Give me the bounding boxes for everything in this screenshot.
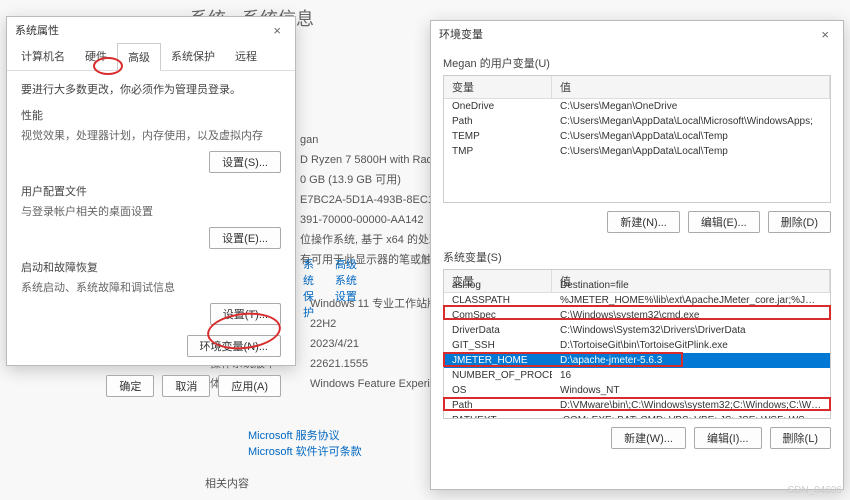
startup-desc: 系统启动、系统故障和调试信息 xyxy=(21,279,281,295)
table-row[interactable]: PathD:\VMware\bin\;C:\Windows\system32;C… xyxy=(444,398,830,413)
var-name: OS xyxy=(444,383,552,398)
close-icon[interactable]: × xyxy=(815,27,835,42)
ok-button[interactable]: 确定 xyxy=(106,375,154,397)
col-variable[interactable]: 变量 xyxy=(444,76,552,98)
startup-title: 启动和故障恢复 xyxy=(21,259,281,275)
link-ms-service[interactable]: Microsoft 服务协议 xyxy=(248,428,362,444)
userprof-settings-button[interactable]: 设置(E)... xyxy=(209,227,281,249)
env-variables-dialog: 环境变量 × Megan 的用户变量(U) 变量 值 OneDriveC:\Us… xyxy=(430,20,844,490)
table-row[interactable]: TMPC:\Users\Megan\AppData\Local\Temp xyxy=(444,144,830,159)
table-row[interactable]: DriverDataC:\Windows\System32\Drivers\Dr… xyxy=(444,323,830,338)
var-value: C:\Users\Megan\AppData\Local\Temp xyxy=(552,129,830,144)
admin-note: 要进行大多数更改，你必须作为管理员登录。 xyxy=(21,81,281,97)
link-ms-license[interactable]: Microsoft 软件许可条款 xyxy=(248,444,362,460)
tab-computer-name[interactable]: 计算机名 xyxy=(11,43,75,70)
perf-settings-button[interactable]: 设置(S)... xyxy=(209,151,281,173)
var-name: OneDrive xyxy=(444,99,552,114)
tab-remote[interactable]: 远程 xyxy=(225,43,267,70)
perf-title: 性能 xyxy=(21,107,281,123)
var-name: CLASSPATH xyxy=(444,293,552,308)
user-vars-table[interactable]: 变量 值 OneDriveC:\Users\Megan\OneDrivePath… xyxy=(443,75,831,203)
table-row[interactable]: NUMBER_OF_PROCESSORS16 xyxy=(444,368,830,383)
link-advanced-system[interactable]: 高级系统设置 xyxy=(335,257,362,321)
table-row[interactable]: GIT_SSHD:\TortoiseGit\bin\TortoiseGitPli… xyxy=(444,338,830,353)
user-delete-button[interactable]: 删除(D) xyxy=(768,211,831,233)
env-var-button[interactable]: 环境变量(N)... xyxy=(187,335,281,357)
var-value: D:\apache-jmeter-5.6.3 xyxy=(552,353,830,368)
var-value: Windows_NT xyxy=(552,383,830,398)
var-name: GIT_SSH xyxy=(444,338,552,353)
sys-vars-table[interactable]: 变量 值 asl.logDestination=fileCLASSPATH%JM… xyxy=(443,269,831,419)
sys-new-button[interactable]: 新建(W)... xyxy=(611,427,686,449)
var-value: C:\Windows\system32\cmd.exe xyxy=(552,308,830,323)
var-value: %JMETER_HOME%\lib\ext\ApacheJMeter_core.… xyxy=(552,293,830,308)
table-row[interactable]: ComSpecC:\Windows\system32\cmd.exe xyxy=(444,308,830,323)
startup-settings-button[interactable]: 设置(T)... xyxy=(210,303,281,325)
info-product-id: 391-70000-00000-AA142 xyxy=(300,210,424,230)
info-owner: gan xyxy=(300,130,318,150)
info-ram: 0 GB (13.9 GB 可用) xyxy=(300,170,401,190)
apply-button[interactable]: 应用(A) xyxy=(218,375,281,397)
var-value: D:\VMware\bin\;C:\Windows\system32;C:\Wi… xyxy=(552,398,830,413)
perf-desc: 视觉效果，处理器计划，内存使用，以及虚拟内存 xyxy=(21,127,281,143)
related-heading: 相关内容 xyxy=(205,475,249,491)
var-name: TEMP xyxy=(444,129,552,144)
var-value: C:\Users\Megan\AppData\Local\Temp xyxy=(552,144,830,159)
user-edit-button[interactable]: 编辑(E)... xyxy=(688,211,760,233)
tab-system-protect[interactable]: 系统保护 xyxy=(161,43,225,70)
table-row[interactable]: JMETER_HOMED:\apache-jmeter-5.6.3 xyxy=(444,353,830,368)
table-row[interactable]: asl.logDestination=file xyxy=(444,278,830,293)
user-new-button[interactable]: 新建(N)... xyxy=(607,211,679,233)
var-value: Destination=file xyxy=(552,278,830,293)
var-value: C:\Users\Megan\AppData\Local\Microsoft\W… xyxy=(552,114,830,129)
table-row[interactable]: OneDriveC:\Users\Megan\OneDrive xyxy=(444,99,830,114)
var-name: Path xyxy=(444,114,552,129)
table-row[interactable]: CLASSPATH%JMETER_HOME%\lib\ext\ApacheJMe… xyxy=(444,293,830,308)
var-name: asl.log xyxy=(444,278,552,293)
sys-edit-button[interactable]: 编辑(I)... xyxy=(694,427,762,449)
sys-vars-label: 系统变量(S) xyxy=(431,241,843,269)
link-system-protect[interactable]: 系统保护 xyxy=(303,257,321,321)
userprof-title: 用户配置文件 xyxy=(21,183,281,199)
tabs: 计算机名 硬件 高级 系统保护 远程 xyxy=(7,43,295,71)
close-icon[interactable]: × xyxy=(267,23,287,38)
tab-hardware[interactable]: 硬件 xyxy=(75,43,117,70)
var-name: JMETER_HOME xyxy=(444,353,552,368)
sys-delete-button[interactable]: 删除(L) xyxy=(770,427,831,449)
var-name: DriverData xyxy=(444,323,552,338)
var-name: Path xyxy=(444,398,552,413)
dialog-title: 系统属性 xyxy=(15,22,59,38)
userprof-desc: 与登录帐户相关的桌面设置 xyxy=(21,203,281,219)
env-dialog-title: 环境变量 xyxy=(439,26,483,42)
var-value: C:\Windows\System32\Drivers\DriverData xyxy=(552,323,830,338)
col-value[interactable]: 值 xyxy=(552,76,830,98)
var-name: NUMBER_OF_PROCESSORS xyxy=(444,368,552,383)
user-vars-label: Megan 的用户变量(U) xyxy=(431,47,843,75)
table-row[interactable]: OSWindows_NT xyxy=(444,383,830,398)
system-properties-dialog: 系统属性 × 计算机名 硬件 高级 系统保护 远程 要进行大多数更改，你必须作为… xyxy=(6,16,296,366)
info-osver: 22621.1555 xyxy=(310,354,368,374)
system-links: 系统保护 高级系统设置 Microsoft 服务协议 Microsoft 软件许… xyxy=(248,428,362,460)
info-install: 2023/4/21 xyxy=(310,334,359,354)
cancel-button[interactable]: 取消 xyxy=(162,375,210,397)
var-name: TMP xyxy=(444,144,552,159)
var-value: 16 xyxy=(552,368,830,383)
var-value: D:\TortoiseGit\bin\TortoiseGitPlink.exe xyxy=(552,338,830,353)
table-row[interactable]: TEMPC:\Users\Megan\AppData\Local\Temp xyxy=(444,129,830,144)
table-row[interactable]: PathC:\Users\Megan\AppData\Local\Microso… xyxy=(444,114,830,129)
tab-advanced[interactable]: 高级 xyxy=(117,43,161,71)
var-name: ComSpec xyxy=(444,308,552,323)
watermark: SDN_04606 xyxy=(788,485,842,496)
info-arch: 位操作系统, 基于 x64 的处理器 xyxy=(300,230,451,250)
var-value: C:\Users\Megan\OneDrive xyxy=(552,99,830,114)
